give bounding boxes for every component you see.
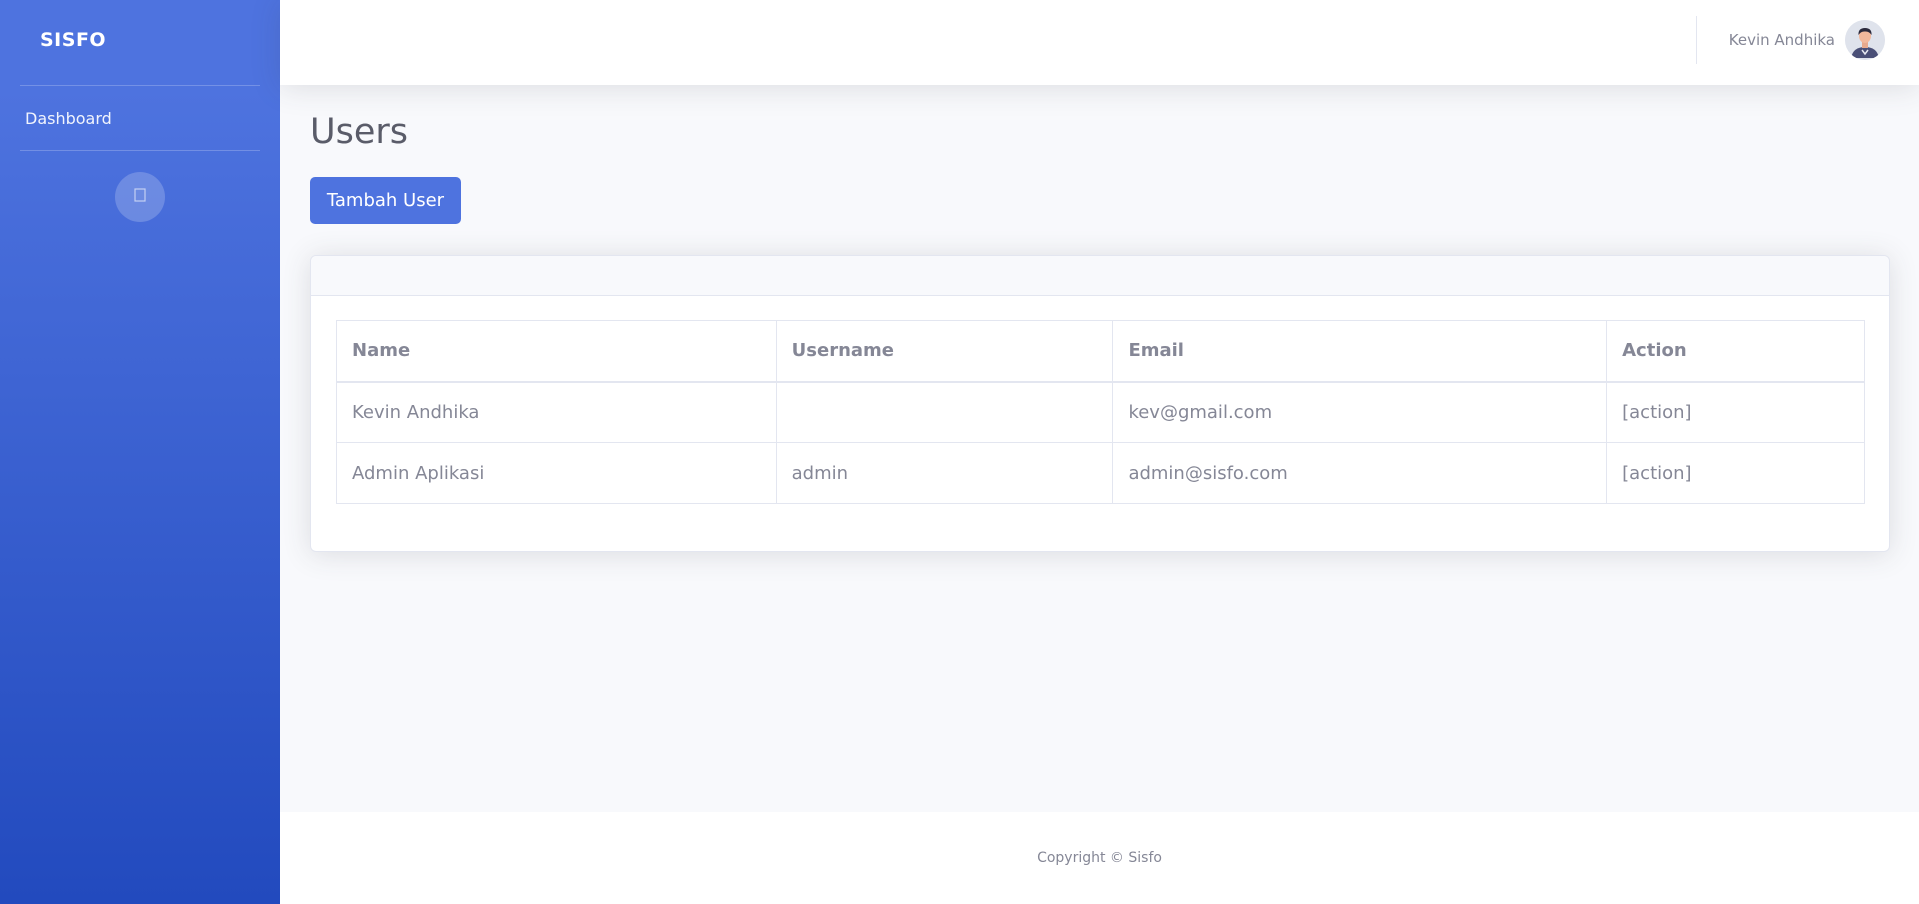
sidebar: SISFO Dashboard	[0, 0, 280, 904]
topbar-divider	[1696, 16, 1697, 64]
table-row: Kevin Andhika kev@gmail.com [action]	[336, 381, 1865, 443]
column-header-action[interactable]: Action	[1606, 320, 1865, 383]
table-row: Admin Aplikasi admin admin@sisfo.com [ac…	[336, 442, 1865, 504]
sidebar-divider	[20, 150, 260, 151]
sidebar-item-dashboard[interactable]: Dashboard	[0, 86, 280, 150]
add-user-button[interactable]: Tambah User	[310, 177, 461, 224]
card-body: Name Username Email Action Kevin Andhika…	[311, 296, 1889, 504]
users-card: Name Username Email Action Kevin Andhika…	[310, 255, 1890, 552]
column-header-username[interactable]: Username	[775, 320, 1114, 383]
topbar: Kevin Andhika	[280, 0, 1919, 85]
footer: Copyright © Sisfo	[280, 812, 1919, 904]
cell-name: Admin Aplikasi	[336, 442, 777, 504]
cell-email: kev@gmail.com	[1112, 381, 1608, 443]
main-content: Users Tambah User Name Username Email Ac…	[280, 85, 1919, 812]
cell-username	[775, 381, 1114, 443]
user-avatar-icon[interactable]	[1845, 20, 1885, 60]
column-header-email[interactable]: Email	[1112, 320, 1608, 383]
copyright-text: Copyright © Sisfo	[1037, 850, 1162, 866]
table-header-row: Name Username Email Action	[336, 320, 1865, 383]
cell-action[interactable]: [action]	[1606, 442, 1865, 504]
cell-action[interactable]: [action]	[1606, 381, 1865, 443]
card-header	[311, 256, 1889, 296]
sidebar-toggle-wrapper	[0, 172, 280, 222]
sidebar-brand[interactable]: SISFO	[0, 0, 280, 80]
cell-email: admin@sisfo.com	[1112, 442, 1608, 504]
chevron-left-icon	[134, 188, 146, 206]
cell-name: Kevin Andhika	[336, 381, 777, 443]
column-header-name[interactable]: Name	[336, 320, 777, 383]
user-name[interactable]: Kevin Andhika	[1729, 0, 1835, 80]
sidebar-toggle-button[interactable]	[115, 172, 165, 222]
users-table: Name Username Email Action Kevin Andhika…	[336, 320, 1865, 504]
cell-username: admin	[775, 442, 1114, 504]
sidebar-item-label: Dashboard	[25, 108, 112, 128]
page-title: Users	[310, 112, 409, 152]
